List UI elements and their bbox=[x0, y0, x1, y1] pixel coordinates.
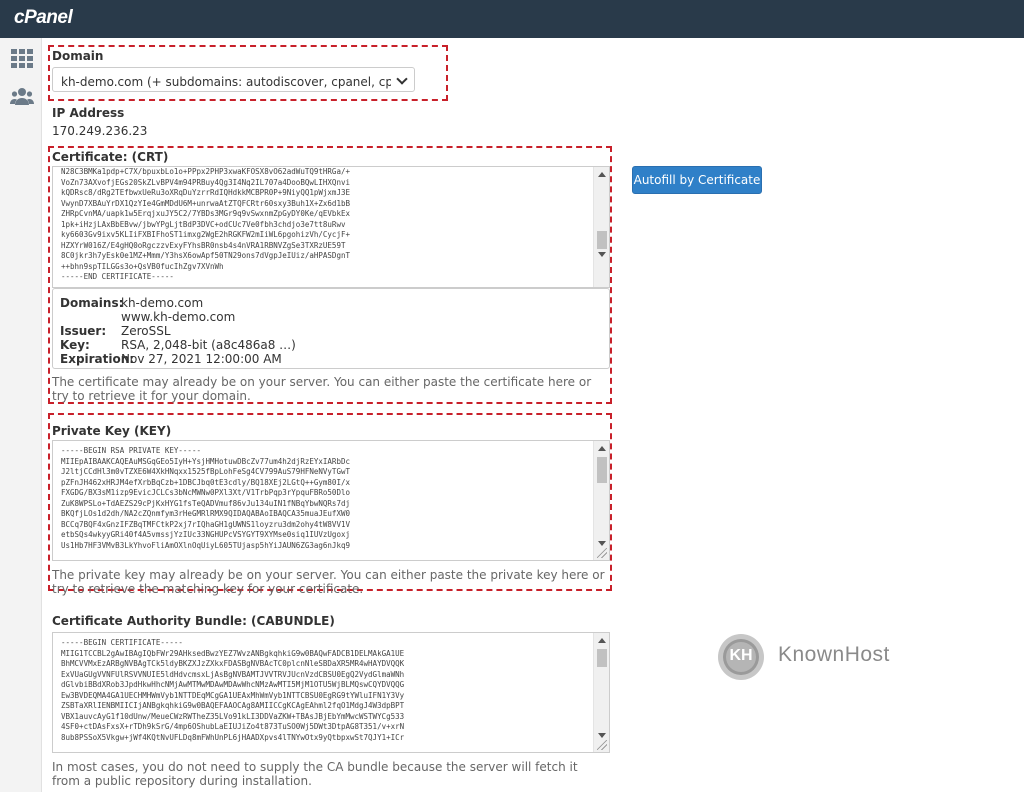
textarea-line: -----BEGIN CERTIFICATE----- bbox=[61, 638, 183, 647]
certificate-help-text: The certificate may already be on your s… bbox=[52, 375, 592, 403]
certificate-details: Domains: kh-demo.com www.kh-demo.com Iss… bbox=[52, 288, 610, 369]
textarea-line: BhMCVVMxEzARBgNVBAgTCk5ldyBKZXJzZXkxFDAS… bbox=[61, 659, 405, 668]
textarea-line: pZFnJH462xHRJM4efXrbBqCzb+1DBCJbq0tE3cdl… bbox=[61, 477, 350, 487]
textarea-line: ky6603Gv9ixv5KLIiFXBIFhoST1imxg2WgE2hRGK… bbox=[61, 230, 350, 239]
textarea-line: ZSBTaXRlIENBMIICIjANBgkqhkiG9w0BAQEFAAOC… bbox=[61, 701, 405, 710]
scroll-down-icon[interactable] bbox=[598, 252, 606, 257]
textarea-line: ExVUaGUgVVNFUlRSVVNUIE5ldHdvcmsxLjAsBgNV… bbox=[61, 669, 405, 679]
textarea-line: VBX1auvcAyG1f10dUnw/MeueCWzRWTheZ35LVo91… bbox=[61, 711, 405, 721]
textarea-line: BCCq7BQF4xGnzIFZBqTMFCtkP2xj7rIQhaGH1gUW… bbox=[61, 519, 350, 529]
textarea-line: J2ltjCCdHl3m0vTZXE6W4XkHNqxx1525fBpLohFe… bbox=[61, 467, 350, 476]
scroll-down-icon[interactable] bbox=[598, 541, 606, 546]
private-key-scrollbar[interactable] bbox=[593, 441, 609, 560]
textarea-line: Us1Hb7HF3VMvB3LkYhvoFliAmOXlnOqUiyL605TU… bbox=[61, 540, 350, 550]
cabundle-help-text: In most cases, you do not need to supply… bbox=[52, 760, 578, 788]
textarea-line: MIIEpAIBAAKCAQEAuMSGqGEo5IyH+YsjHMHotuwD… bbox=[61, 456, 350, 466]
textarea-line: ZHRpCvnMA/uapk1w5ErqjxuJY5C2/7YBDs3MGr9q… bbox=[61, 209, 350, 218]
scroll-up-icon[interactable] bbox=[598, 638, 606, 643]
textarea-line: etbSQs4wkyyGRi40f4A5vmssjYzIUc33NGHUPcVS… bbox=[61, 530, 350, 539]
issuer-value: ZeroSSL bbox=[121, 324, 171, 338]
resize-grip-icon[interactable] bbox=[597, 548, 607, 558]
expiration-value: Nov 27, 2021 12:00:00 AM bbox=[121, 352, 282, 366]
domain-selected-value: kh-demo.com (+ subdomains: autodiscover,… bbox=[61, 75, 391, 89]
autofill-by-certificate-button[interactable]: Autofill by Certificate bbox=[632, 166, 762, 194]
certificate-textarea[interactable]: N28C3BMKa1pdp+C7X/bpuxbLo1o+PPpx2PHP3xwa… bbox=[52, 166, 610, 288]
scroll-down-icon[interactable] bbox=[598, 733, 606, 738]
textarea-line: Ew3BVDEQMA4GA1UECHMHWmVyb1NTTDEqMCgGA1UE… bbox=[61, 690, 405, 700]
textarea-line: -----END CERTIFICATE----- bbox=[61, 272, 174, 281]
textarea-line: VwynD7XBAuYrDX1QzYIe4GmMDdU6M+unrwaAtZTQ… bbox=[61, 198, 350, 208]
textarea-line: dGlvbiBBdXRob3JpdHkwHhcNMjAwMTMwMDAwMDAw… bbox=[61, 680, 405, 689]
private-key-text: -----BEGIN RSA PRIVATE KEY----- MIIEpAIBA… bbox=[61, 446, 587, 551]
scroll-thumb[interactable] bbox=[597, 457, 607, 483]
domain-1: kh-demo.com bbox=[121, 296, 204, 310]
textarea-line: HZXYrW016Z/E4gHQ0oRgczzvExyFYhsBR0nsb4s4… bbox=[61, 240, 346, 250]
chevron-down-icon bbox=[396, 73, 408, 85]
top-bar: cPanel bbox=[0, 0, 1024, 38]
key-key: Key: bbox=[60, 338, 90, 352]
private-key-help-text: The private key may already be on your s… bbox=[52, 568, 605, 596]
knownhost-logo: KH KnownHost bbox=[716, 632, 936, 682]
cabundle-scrollbar[interactable] bbox=[593, 633, 609, 752]
cabundle-text: -----BEGIN CERTIFICATE----- MIIG1TCCBL2gA… bbox=[61, 638, 587, 743]
cpanel-logo[interactable]: cPanel bbox=[14, 7, 73, 29]
textarea-line: 8C0jkr3h7yEsk0e1MZ+Mmm/Y3hsX6owApf50TN29… bbox=[61, 251, 350, 260]
knownhost-name: KnownHost bbox=[778, 643, 890, 666]
users-icon[interactable] bbox=[10, 86, 34, 108]
textarea-line: N28C3BMKa1pdp+C7X/bpuxbLo1o+PPpx2PHP3xwa… bbox=[61, 167, 350, 176]
key-value: RSA, 2,048-bit (a8c486a8 …) bbox=[121, 338, 296, 352]
knownhost-initials: KH bbox=[729, 647, 753, 664]
textarea-line: MIIG1TCCBL2gAwIBAgIQbFWr29AHksedBwzYEZ7W… bbox=[61, 648, 405, 658]
textarea-line: 4SF0+ctDAsFxsX+rTDh9kSrG/4mp6OShubLaEIUJ… bbox=[61, 722, 405, 731]
domain-2: www.kh-demo.com bbox=[121, 310, 236, 324]
scroll-up-icon[interactable] bbox=[598, 172, 606, 177]
grid-icon[interactable] bbox=[10, 48, 34, 70]
certificate-label: Certificate: (CRT) bbox=[52, 150, 169, 164]
certificate-scrollbar[interactable] bbox=[593, 167, 609, 287]
cabundle-label: Certificate Authority Bundle: (CABUNDLE) bbox=[52, 614, 335, 628]
sidebar bbox=[0, 38, 42, 792]
textarea-line: kQDRsc8/dRg2TEfbwxUeRu3oXRqDuYzrrRdIQHdk… bbox=[61, 188, 350, 197]
resize-grip-icon[interactable] bbox=[597, 740, 607, 750]
main-content: Domain kh-demo.com (+ subdomains: autodi… bbox=[42, 38, 1024, 792]
certificate-text: N28C3BMKa1pdp+C7X/bpuxbLo1o+PPpx2PHP3xwa… bbox=[61, 167, 587, 283]
cabundle-textarea[interactable]: -----BEGIN CERTIFICATE----- MIIG1TCCBL2gA… bbox=[52, 632, 610, 753]
domain-label: Domain bbox=[52, 49, 104, 63]
textarea-line: -----BEGIN RSA PRIVATE KEY----- bbox=[61, 446, 201, 455]
ip-address-value: 170.249.236.23 bbox=[52, 124, 148, 138]
textarea-line: 8ub8PSSoX5Vkgw+jWf4KQtNvUFLDq8mFWhUnPL6j… bbox=[61, 732, 405, 742]
textarea-line: VoZn73AXvofjEGs20SkZLvBPV4m94PRBuy4Qg3I4… bbox=[61, 177, 350, 187]
issuer-key: Issuer: bbox=[60, 324, 107, 338]
scroll-thumb[interactable] bbox=[597, 231, 607, 249]
textarea-line: ZuK8WPSLo+TdAEZS29cPjKxHYG1fsTeQADVmuf86… bbox=[61, 498, 350, 508]
scroll-up-icon[interactable] bbox=[598, 446, 606, 451]
private-key-label: Private Key (KEY) bbox=[52, 424, 172, 438]
domain-select[interactable]: kh-demo.com (+ subdomains: autodiscover,… bbox=[52, 67, 415, 92]
textarea-line: ++bhn9spTILGGs3o+QsVB0fucIhZgv7XVnWh bbox=[61, 261, 224, 271]
scroll-thumb[interactable] bbox=[597, 649, 607, 667]
private-key-textarea[interactable]: -----BEGIN RSA PRIVATE KEY----- MIIEpAIBA… bbox=[52, 440, 610, 561]
textarea-line: FXGDG/BX3sM1izp9EvicJCLCs3bNcMWNw0PXl3Xt… bbox=[61, 488, 350, 497]
textarea-line: 1pk+iHzjLAxBbEBvw/jbwYPgLjtBdP3DVC+odCUc… bbox=[61, 219, 346, 229]
domains-key: Domains: bbox=[60, 296, 124, 310]
textarea-line: BKQfjLOs1d2dh/NA2cZQnmfym3rHeGMRlRMX9QID… bbox=[61, 509, 350, 518]
ip-address-label: IP Address bbox=[52, 106, 125, 120]
